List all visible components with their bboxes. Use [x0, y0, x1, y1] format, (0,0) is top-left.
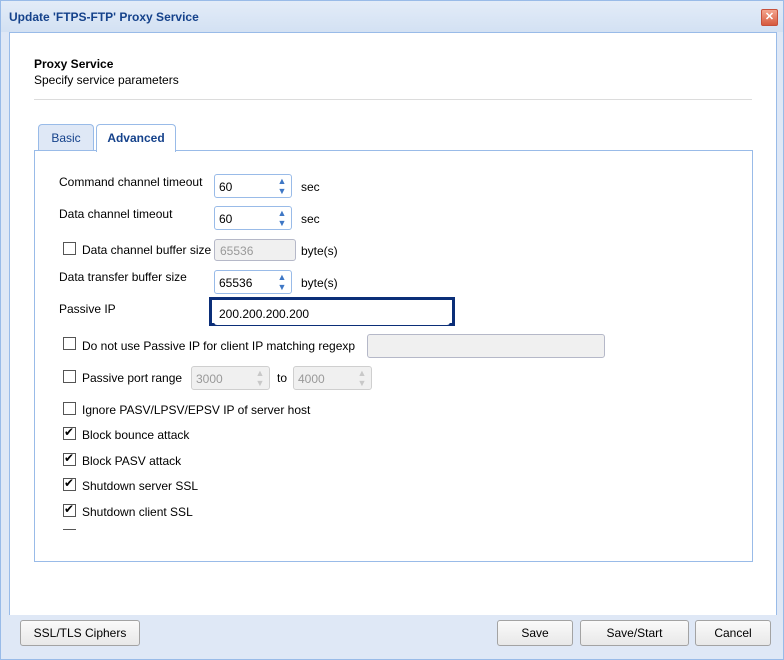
divider	[34, 99, 752, 100]
chevron-down-icon[interactable]: ▼	[275, 282, 289, 292]
transfer-buffer-value: 65536	[219, 276, 253, 290]
save-button[interactable]: Save	[497, 620, 573, 646]
port-range-to-label: to	[277, 371, 288, 385]
dialog-footer: SSL/TLS Ciphers Save Save/Start Cancel	[1, 615, 783, 659]
chevron-up-icon[interactable]: ▲	[275, 208, 289, 218]
chevron-up-icon[interactable]: ▲	[275, 176, 289, 186]
section-header: Proxy Service Specify service parameters	[34, 57, 179, 87]
shutdown-server-ssl-checkbox[interactable]	[63, 476, 76, 491]
passive-ip-field[interactable]: 200.200.200.200	[214, 303, 450, 325]
passive-port-range-checkbox[interactable]	[63, 370, 76, 383]
command-timeout-label: Command channel timeout	[59, 175, 203, 189]
no-passive-regexp-field[interactable]	[367, 334, 605, 358]
no-passive-regexp-checkbox[interactable]	[63, 337, 76, 350]
data-buffer-checkbox[interactable]	[63, 242, 76, 255]
block-bounce-checkbox[interactable]	[63, 425, 76, 440]
cancel-button[interactable]: Cancel	[695, 620, 771, 646]
data-buffer-field[interactable]: 65536	[214, 239, 296, 261]
window-title: Update 'FTPS-FTP' Proxy Service	[9, 10, 199, 24]
data-timeout-value: 60	[219, 212, 233, 226]
transfer-buffer-unit: byte(s)	[301, 276, 338, 290]
data-timeout-unit: sec	[301, 212, 320, 226]
block-bounce-label: Block bounce attack	[82, 428, 190, 442]
section-subtitle: Specify service parameters	[34, 73, 179, 87]
tab-basic[interactable]: Basic	[38, 124, 94, 151]
passive-port-range-label: Passive port range	[82, 371, 183, 385]
section-title: Proxy Service	[34, 57, 114, 71]
close-icon[interactable]: ✕	[761, 9, 778, 26]
chevron-down-icon[interactable]: ▼	[253, 378, 267, 388]
data-timeout-label: Data channel timeout	[59, 207, 173, 221]
shutdown-client-ssl-checkbox[interactable]	[63, 502, 76, 517]
ignore-pasv-label: Ignore PASV/LPSV/EPSV IP of server host	[82, 403, 311, 417]
ignore-pasv-checkbox[interactable]	[63, 402, 76, 415]
data-timeout-stepper[interactable]: 60 ▲ ▼	[214, 206, 292, 230]
command-timeout-unit: sec	[301, 180, 320, 194]
passive-ip-label: Passive IP	[59, 302, 116, 316]
transfer-buffer-stepper[interactable]: 65536 ▲ ▼	[214, 270, 292, 294]
block-pasv-label: Block PASV attack	[82, 454, 182, 468]
shutdown-client-ssl-label: Shutdown client SSL	[82, 505, 193, 519]
block-pasv-checkbox[interactable]	[63, 451, 76, 466]
title-bar[interactable]: Update 'FTPS-FTP' Proxy Service ✕	[1, 1, 783, 32]
command-timeout-stepper[interactable]: 60 ▲ ▼	[214, 174, 292, 198]
port-from-value: 3000	[196, 372, 223, 386]
chevron-down-icon[interactable]: ▼	[275, 186, 289, 196]
chevron-up-icon[interactable]: ▲	[275, 272, 289, 282]
port-to-stepper[interactable]: 4000 ▲ ▼	[293, 366, 372, 390]
port-from-stepper[interactable]: 3000 ▲ ▼	[191, 366, 270, 390]
chevron-up-icon[interactable]: ▲	[355, 368, 369, 378]
ssl-tls-ciphers-button[interactable]: SSL/TLS Ciphers	[20, 620, 140, 646]
shutdown-server-ssl-label: Shutdown server SSL	[82, 479, 199, 493]
clipped-checkbox	[63, 529, 76, 532]
port-to-value: 4000	[298, 372, 325, 386]
save-start-button[interactable]: Save/Start	[580, 620, 689, 646]
command-timeout-value: 60	[219, 180, 233, 194]
proxy-service-dialog: Update 'FTPS-FTP' Proxy Service ✕ Proxy …	[0, 0, 784, 660]
no-passive-regexp-label: Do not use Passive IP for client IP matc…	[82, 339, 356, 353]
tab-advanced[interactable]: Advanced	[96, 124, 176, 152]
chevron-up-icon[interactable]: ▲	[253, 368, 267, 378]
data-buffer-unit: byte(s)	[301, 244, 338, 258]
chevron-down-icon[interactable]: ▼	[275, 218, 289, 228]
transfer-buffer-label: Data transfer buffer size	[59, 270, 187, 284]
chevron-down-icon[interactable]: ▼	[355, 378, 369, 388]
data-buffer-label: Data channel buffer size	[82, 243, 212, 257]
